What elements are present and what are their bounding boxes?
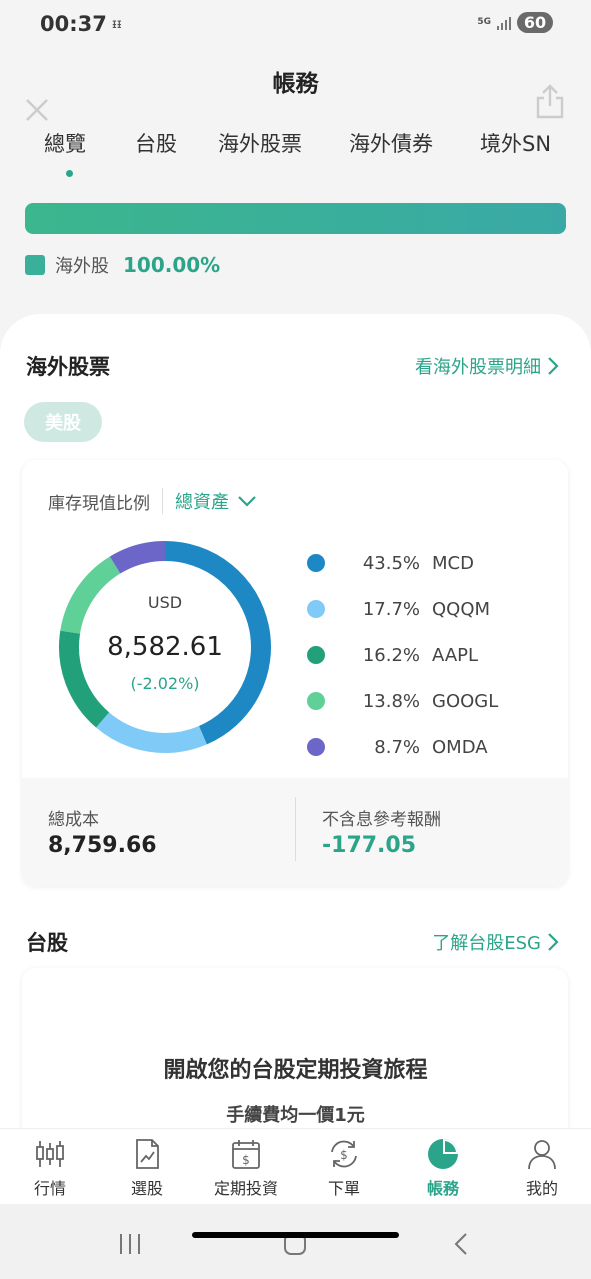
nav-regular-invest[interactable]: $ 定期投資 [206,1129,286,1199]
donut-slice-omda [109,541,166,574]
divider [162,488,163,514]
tw-section-title: 台股 [26,931,68,955]
legend-item-mcd: 43.5% MCD [307,550,474,576]
network-type: 5G [477,17,491,27]
market-chip-us[interactable]: 美股 [24,402,102,442]
return-label: 不含息參考報酬 [322,810,441,830]
close-icon[interactable] [24,97,50,123]
tw-esg-link[interactable]: 了解台股ESG [432,929,559,955]
svg-text:$: $ [242,1153,250,1167]
tw-esg-link-label: 了解台股ESG [432,933,541,954]
legend-dot [307,646,325,664]
asset-type-value: 總資產 [175,492,229,513]
nav-order[interactable]: $ 下單 [304,1129,384,1199]
recent-apps-icon[interactable] [117,1231,143,1257]
legend-symbol: AAPL [432,644,479,666]
pie-chart-icon [428,1139,458,1169]
share-icon[interactable] [534,84,566,120]
calendar-dollar-icon: $ [232,1140,260,1169]
chevron-down-icon [238,496,256,507]
legend-dot [307,600,325,618]
status-time: 00:37 [40,12,107,36]
active-tab-indicator [66,170,73,177]
legend-swatch [25,255,45,275]
legend-percent: 16.2% [362,644,420,666]
overseas-section-title: 海外股票 [26,355,110,379]
legend-percent: 43.5% [362,552,420,574]
ratio-label: 庫存現值比例 [48,493,150,514]
divider [295,797,296,861]
chevron-right-icon [548,357,559,375]
battery-indicator: 60 [517,12,553,33]
signal-icon [497,16,511,30]
legend-percent: 17.7% [362,598,420,620]
donut-currency: USD [147,593,183,612]
status-indicators: 5G 60 [477,12,553,33]
notification-icon: ᵻᵻ [112,17,122,32]
donut-slice-googl [60,556,121,634]
return-value: -177.05 [322,833,417,858]
legend-symbol: OMDA [432,736,488,758]
legend-percent: 8.7% [374,736,420,758]
legend-item-omda: 8.7% OMDA [307,734,488,760]
nav-label: 定期投資 [213,1179,278,1198]
donut-slice-qqqm [96,712,207,753]
page-title: 帳務 [272,71,319,97]
nav-label: 我的 [525,1179,558,1198]
total-cost-value: 8,759.66 [48,833,157,858]
legend-dot [307,554,325,572]
nav-account[interactable]: 帳務 [403,1129,483,1199]
card-header: 庫存現值比例 總資產 [48,488,257,514]
legend-symbol: QQQM [432,598,491,620]
overseas-detail-link[interactable]: 看海外股票明細 [415,353,559,379]
allocation-percent: 100.00% [123,253,221,277]
profile-icon [528,1140,556,1170]
back-icon[interactable] [449,1231,475,1257]
total-cost-label: 總成本 [48,810,99,830]
nav-label: 下單 [327,1179,360,1198]
allocation-legend: 海外股 100.00% [25,252,220,278]
donut-total-value: 8,582.61 [107,632,223,662]
legend-dot [307,692,325,710]
nav-label: 帳務 [426,1179,459,1198]
chevron-right-icon [548,933,559,951]
svg-text:$: $ [340,1148,348,1162]
stock-picker-icon [136,1139,159,1169]
tab-tw-stock[interactable]: 台股 [135,128,177,158]
nav-label: 選股 [130,1179,163,1198]
asset-type-select[interactable]: 總資產 [175,488,257,514]
tab-overview[interactable]: 總覽 [44,128,86,158]
legend-item-aapl: 16.2% AAPL [307,642,478,668]
donut-change-percent: (-2.02%) [130,674,200,693]
legend-symbol: GOOGL [432,690,499,712]
gesture-handle [192,1232,399,1238]
tw-promo-headline: 開啟您的台股定期投資旅程 [163,1058,428,1083]
nav-label: 行情 [33,1179,66,1198]
nav-profile[interactable]: 我的 [502,1129,582,1199]
tab-overseas-stock[interactable]: 海外股票 [218,128,302,158]
bottom-nav: 行情 選股 $ 定期投資 $ 下單 帳務 我的 [0,1128,591,1205]
nav-market[interactable]: 行情 [10,1129,90,1199]
legend-item-googl: 13.8% GOOGL [307,688,498,714]
legend-percent: 13.8% [362,690,420,712]
allocation-bar [25,203,566,234]
tab-offshore-sn[interactable]: 境外SN [480,128,551,158]
tw-promo-subtitle: 手續費均一價1元 [226,1105,365,1126]
overseas-detail-link-label: 看海外股票明細 [415,357,541,378]
allocation-name: 海外股 [55,256,109,277]
tab-overseas-bond[interactable]: 海外債券 [349,128,433,158]
nav-stock-picker[interactable]: 選股 [107,1129,187,1199]
legend-dot [307,738,325,756]
tab-bar: 總覽 台股 海外股票 海外債券 境外SN [0,128,591,178]
legend-symbol: MCD [432,552,474,574]
exchange-dollar-icon: $ [331,1140,357,1168]
legend-item-qqqm: 17.7% QQQM [307,596,490,622]
candlestick-icon [36,1141,64,1167]
